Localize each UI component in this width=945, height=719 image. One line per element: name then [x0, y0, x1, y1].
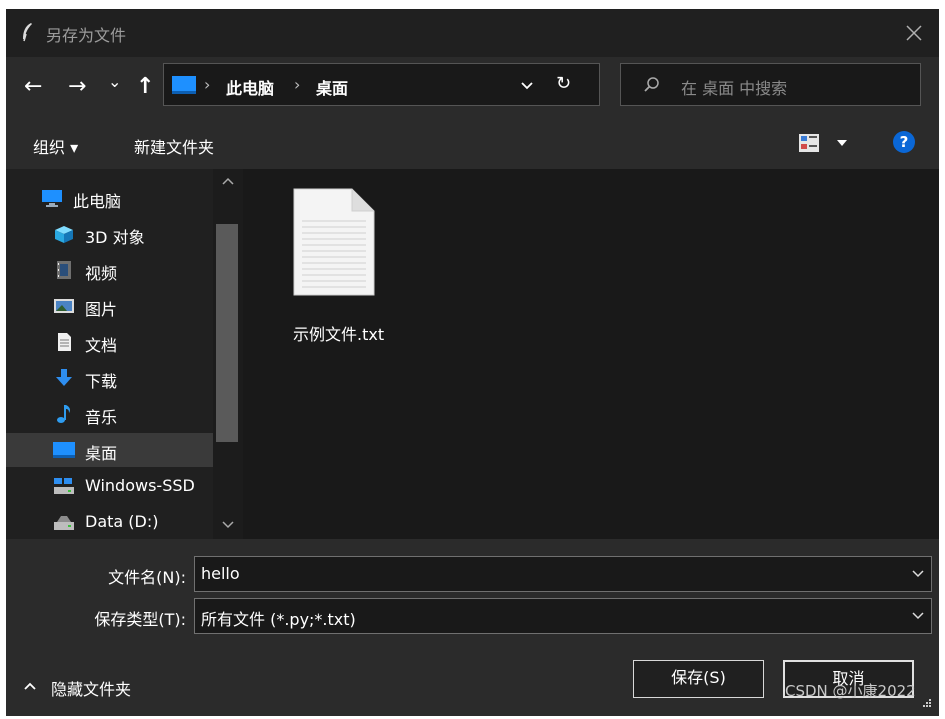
view-dropdown-icon[interactable]: [836, 139, 848, 147]
breadcrumb-separator: ›: [294, 75, 301, 94]
chevron-down-icon[interactable]: [911, 609, 925, 623]
file-list[interactable]: 示例文件.txt: [243, 169, 939, 539]
sidebar-item-this-pc[interactable]: 此电脑: [6, 181, 213, 215]
save-as-dialog: 另存为文件 ← → ⌄ ↑ › 此电脑 › 桌面 ↻ 在 桌面 中搜索 组织 ▾…: [6, 9, 939, 716]
breadcrumb-item-desktop[interactable]: 桌面: [316, 75, 348, 99]
sidebar-item-label: Windows-SSD: [85, 476, 195, 495]
file-item[interactable]: 示例文件.txt: [273, 183, 393, 344]
chevron-down-icon[interactable]: [911, 567, 925, 581]
document-icon: [58, 333, 71, 351]
scroll-up-icon[interactable]: [222, 177, 234, 185]
sidebar-item-label: 下载: [85, 372, 118, 391]
sidebar-item-label: 3D 对象: [85, 228, 145, 247]
sidebar-item-downloads[interactable]: 下载: [6, 361, 213, 395]
close-icon[interactable]: [902, 21, 926, 45]
sidebar-item-label: 文档: [85, 336, 118, 355]
sidebar-item-3d-objects[interactable]: 3D 对象: [6, 217, 213, 251]
back-button[interactable]: ←: [24, 76, 42, 98]
filename-field[interactable]: hello: [194, 556, 932, 592]
help-button[interactable]: ?: [893, 131, 915, 153]
address-bar[interactable]: › 此电脑 › 桌面 ↻: [163, 63, 600, 106]
new-folder-button[interactable]: 新建文件夹: [134, 134, 214, 158]
sidebar-item-desktop[interactable]: 桌面: [6, 433, 213, 467]
search-input[interactable]: 在 桌面 中搜索: [681, 75, 787, 99]
sidebar-item-label: 视频: [85, 264, 118, 283]
save-button[interactable]: 保存(S): [633, 660, 764, 698]
video-icon: [57, 261, 71, 279]
sidebar-item-label: 图片: [85, 300, 118, 319]
recent-locations-button[interactable]: ⌄: [108, 71, 121, 93]
desktop-icon: [53, 442, 75, 458]
forward-button[interactable]: →: [68, 76, 86, 98]
sidebar-item-label: 桌面: [85, 444, 118, 463]
filetype-select[interactable]: 所有文件 (*.py;*.txt): [194, 598, 932, 634]
filename-label: 文件名(N):: [108, 568, 186, 587]
feather-icon: [23, 23, 32, 42]
filetype-label: 保存类型(T):: [94, 610, 186, 629]
watermark: CSDN @小康2022: [785, 682, 916, 700]
navigation-pane: 此电脑 3D 对象 视频 图片 文档 下载 音乐 桌面 Windows-SSD …: [6, 169, 243, 539]
sidebar-item-label: 此电脑: [73, 192, 122, 211]
computer-icon: [42, 190, 62, 207]
file-name: 示例文件.txt: [293, 325, 385, 344]
chevron-down-icon[interactable]: [520, 79, 534, 93]
drive-icon: [54, 478, 74, 494]
sidebar-item-documents[interactable]: 文档: [6, 325, 213, 359]
title-bar: 另存为文件: [6, 9, 939, 57]
hide-folders-button[interactable]: 隐藏文件夹: [51, 676, 131, 700]
sidebar-item-windows-ssd[interactable]: Windows-SSD: [6, 469, 213, 503]
sidebar-scroll-thumb[interactable]: [216, 224, 238, 442]
breadcrumb-item-computer[interactable]: 此电脑: [226, 75, 274, 99]
resize-grip-icon[interactable]: [922, 698, 932, 708]
picture-icon: [54, 299, 74, 313]
filename-input[interactable]: hello: [201, 564, 240, 583]
chevron-up-icon[interactable]: [24, 681, 36, 691]
music-icon: [57, 405, 70, 423]
up-button[interactable]: ↑: [136, 76, 154, 98]
breadcrumb-separator: ›: [204, 75, 211, 94]
sidebar-item-data-d[interactable]: Data (D:): [6, 505, 213, 539]
drive-icon: [54, 516, 74, 530]
scroll-down-icon[interactable]: [222, 521, 234, 529]
view-options-icon[interactable]: [799, 134, 819, 152]
sidebar-item-label: 音乐: [85, 408, 118, 427]
filetype-value: 所有文件 (*.py;*.txt): [201, 610, 356, 629]
download-icon: [56, 369, 72, 386]
sidebar-item-label: Data (D:): [85, 512, 159, 531]
organize-menu[interactable]: 组织 ▾: [33, 134, 78, 158]
window-title: 另存为文件: [46, 26, 127, 45]
sidebar-item-music[interactable]: 音乐: [6, 397, 213, 431]
cube-icon: [55, 226, 73, 243]
sidebar-item-videos[interactable]: 视频: [6, 253, 213, 287]
search-box[interactable]: 在 桌面 中搜索: [620, 63, 921, 106]
command-toolbar: 组织 ▾ 新建文件夹 ?: [6, 119, 939, 169]
search-icon: [644, 77, 659, 92]
refresh-button[interactable]: ↻: [556, 73, 571, 94]
sidebar-item-pictures[interactable]: 图片: [6, 289, 213, 323]
navigation-bar: ← → ⌄ ↑ › 此电脑 › 桌面 ↻ 在 桌面 中搜索: [6, 57, 939, 119]
desktop-icon: [172, 76, 196, 94]
text-file-icon: [293, 188, 375, 296]
